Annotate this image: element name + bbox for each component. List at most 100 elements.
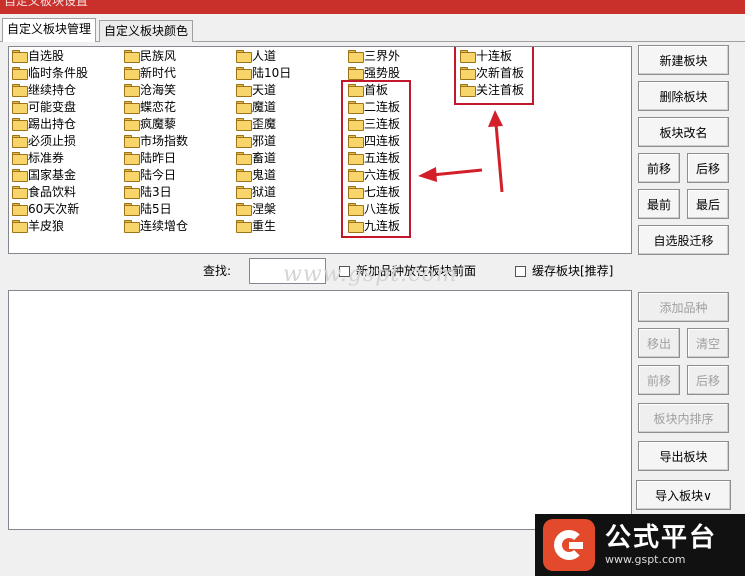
folder-icon xyxy=(12,101,28,114)
folder-icon xyxy=(348,101,364,114)
block-item[interactable]: 疯魔藜 xyxy=(124,116,176,133)
block-item[interactable]: 国家基金 xyxy=(12,167,76,184)
folder-icon xyxy=(348,118,364,131)
folder-icon xyxy=(460,67,476,80)
block-item[interactable]: 继续持仓 xyxy=(12,82,76,99)
block-item[interactable]: 六连板 xyxy=(348,167,400,184)
stock-list[interactable] xyxy=(8,290,632,530)
block-item[interactable]: 三界外 xyxy=(348,48,400,65)
block-item[interactable]: 陆5日 xyxy=(124,201,172,218)
block-item[interactable]: 天道 xyxy=(236,82,276,99)
folder-icon xyxy=(124,50,140,63)
new-stock-front-label: 新加品种放在板块前面 xyxy=(356,264,477,278)
block-item[interactable]: 人道 xyxy=(236,48,276,65)
block-label: 疯魔藜 xyxy=(140,117,177,131)
block-item[interactable]: 市场指数 xyxy=(124,133,188,150)
block-item[interactable]: 陆3日 xyxy=(124,184,172,201)
move-last-button[interactable]: 最后 xyxy=(687,189,729,219)
cache-block-checkbox[interactable] xyxy=(515,265,526,277)
export-block-button[interactable]: 导出板块 xyxy=(638,441,729,471)
block-item[interactable]: 二连板 xyxy=(348,99,400,116)
block-item[interactable]: 标准券 xyxy=(12,150,64,167)
block-label: 临时条件股 xyxy=(28,66,89,80)
block-item[interactable]: 强势股 xyxy=(348,65,400,82)
block-item[interactable]: 鬼道 xyxy=(236,167,276,184)
block-item[interactable]: 涅槃 xyxy=(236,201,276,218)
cache-block-option[interactable]: 缓存板块[推荐] xyxy=(515,264,613,278)
block-item[interactable]: 食品饮料 xyxy=(12,184,76,201)
site-logo: 公式平台 www.gspt.com xyxy=(535,514,745,576)
clear-stocks-button[interactable]: 清空 xyxy=(687,328,729,358)
block-item[interactable]: 自选股 xyxy=(12,48,64,65)
move-first-button[interactable]: 最前 xyxy=(638,189,680,219)
block-label: 三界外 xyxy=(364,49,401,63)
block-item[interactable]: 重生 xyxy=(236,218,276,235)
move-forward-button[interactable]: 前移 xyxy=(638,153,680,183)
add-stock-button[interactable]: 添加品种 xyxy=(638,292,729,322)
block-label: 四连板 xyxy=(364,134,401,148)
block-item[interactable]: 临时条件股 xyxy=(12,65,88,82)
block-item[interactable]: 陆10日 xyxy=(236,65,291,82)
gspt-logo-icon xyxy=(543,519,595,571)
block-item[interactable]: 畜道 xyxy=(236,150,276,167)
new-stock-front-checkbox[interactable] xyxy=(339,265,350,277)
block-label: 邪道 xyxy=(252,134,277,148)
block-item[interactable]: 三连板 xyxy=(348,116,400,133)
folder-icon xyxy=(124,169,140,182)
block-item[interactable]: 羊皮狼 xyxy=(12,218,64,235)
folder-icon xyxy=(12,67,28,80)
stock-move-forward-button[interactable]: 前移 xyxy=(638,365,680,395)
block-item[interactable]: 首板 xyxy=(348,82,388,99)
block-item[interactable]: 陆今日 xyxy=(124,167,176,184)
stock-move-backward-button[interactable]: 后移 xyxy=(687,365,729,395)
block-label: 次新首板 xyxy=(476,66,525,80)
block-item[interactable]: 七连板 xyxy=(348,184,400,201)
block-label: 陆昨日 xyxy=(140,151,177,165)
block-item[interactable]: 蝶恋花 xyxy=(124,99,176,116)
block-label: 天道 xyxy=(252,83,277,97)
migrate-watchlist-button[interactable]: 自选股迁移 xyxy=(638,225,729,255)
block-item[interactable]: 关注首板 xyxy=(460,82,524,99)
block-item[interactable]: 狱道 xyxy=(236,184,276,201)
search-input[interactable] xyxy=(249,258,326,284)
block-item[interactable]: 八连板 xyxy=(348,201,400,218)
block-item[interactable]: 次新首板 xyxy=(460,65,524,82)
remove-stock-button[interactable]: 移出 xyxy=(638,328,680,358)
block-item[interactable]: 60天次新 xyxy=(12,201,79,218)
folder-icon xyxy=(124,84,140,97)
folder-icon xyxy=(12,169,28,182)
block-item[interactable]: 歪魔 xyxy=(236,116,276,133)
block-item[interactable]: 踢出持仓 xyxy=(12,116,76,133)
block-item[interactable]: 可能变盘 xyxy=(12,99,76,116)
folder-icon xyxy=(348,152,364,165)
sort-in-block-button[interactable]: 板块内排序 xyxy=(638,403,729,433)
block-item[interactable]: 连续增仓 xyxy=(124,218,188,235)
import-block-button[interactable]: 导入板块∨ xyxy=(636,480,731,510)
delete-block-button[interactable]: 删除板块 xyxy=(638,81,729,111)
block-item[interactable]: 九连板 xyxy=(348,218,400,235)
folder-icon xyxy=(460,50,476,63)
move-backward-button[interactable]: 后移 xyxy=(687,153,729,183)
block-item[interactable]: 邪道 xyxy=(236,133,276,150)
new-stock-front-option[interactable]: 新加品种放在板块前面 xyxy=(339,264,476,278)
block-label: 陆5日 xyxy=(140,202,172,216)
block-item[interactable]: 陆昨日 xyxy=(124,150,176,167)
block-item[interactable]: 必须止损 xyxy=(12,133,76,150)
tab-block-management[interactable]: 自定义板块管理 xyxy=(2,18,97,42)
folder-icon xyxy=(348,135,364,148)
block-item[interactable]: 民族风 xyxy=(124,48,176,65)
block-item[interactable]: 魔道 xyxy=(236,99,276,116)
block-label: 六连板 xyxy=(364,168,401,182)
block-item[interactable]: 新时代 xyxy=(124,65,176,82)
folder-icon xyxy=(236,135,252,148)
rename-block-button[interactable]: 板块改名 xyxy=(638,117,729,147)
block-label: 必须止损 xyxy=(28,134,77,148)
tab-block-color[interactable]: 自定义板块颜色 xyxy=(99,20,194,42)
block-item[interactable]: 四连板 xyxy=(348,133,400,150)
block-item[interactable]: 十连板 xyxy=(460,48,512,65)
block-item[interactable]: 沧海笑 xyxy=(124,82,176,99)
block-item[interactable]: 五连板 xyxy=(348,150,400,167)
new-block-button[interactable]: 新建板块 xyxy=(638,45,729,75)
folder-icon xyxy=(348,220,364,233)
block-grid[interactable]: 自选股 临时条件股 继续持仓 可能变盘 踢出持仓 必须止损 标准券 国家基金 食… xyxy=(8,46,632,254)
